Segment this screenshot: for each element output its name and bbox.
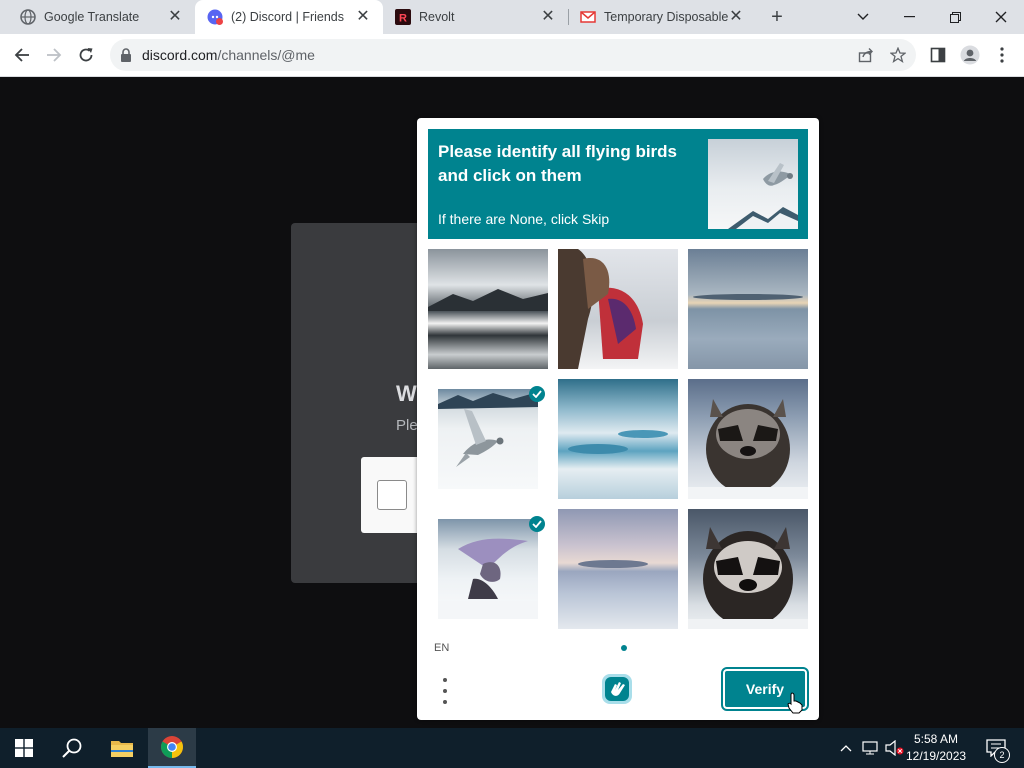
forward-button[interactable] <box>40 41 68 69</box>
hcaptcha-logo-icon[interactable] <box>600 672 634 706</box>
url-path: /channels/@me <box>217 47 315 63</box>
restore-button[interactable] <box>932 0 978 34</box>
discord-card-title: W <box>396 381 417 406</box>
close-tab-icon[interactable]: ✕ <box>728 9 744 25</box>
arrow-right-icon <box>47 48 62 62</box>
profile-avatar-icon[interactable] <box>956 41 984 69</box>
browser-toolbar: discord.com/channels/@me <box>0 34 1024 77</box>
tab-discord[interactable]: (2) Discord | Friends ✕ <box>195 0 383 34</box>
minimize-button[interactable] <box>886 0 932 34</box>
notification-count-badge: 2 <box>994 747 1010 763</box>
address-bar[interactable]: discord.com/channels/@me <box>110 39 916 71</box>
challenge-tile[interactable] <box>558 249 678 369</box>
chrome-taskbar-icon[interactable] <box>148 728 196 768</box>
start-button[interactable] <box>0 728 48 768</box>
challenge-tile[interactable] <box>688 509 808 629</box>
discord-icon <box>207 9 223 25</box>
revolt-icon: R <box>395 9 411 25</box>
url-host: discord.com <box>142 47 218 63</box>
hcaptcha-checkbox[interactable] <box>377 480 407 510</box>
browser-menu-icon[interactable] <box>988 41 1016 69</box>
svg-text:R: R <box>399 13 407 25</box>
search-icon[interactable] <box>48 728 96 768</box>
close-tab-icon[interactable]: ✕ <box>167 9 183 25</box>
new-tab-button[interactable]: + <box>765 6 789 28</box>
close-window-button[interactable] <box>978 0 1024 34</box>
side-panel-icon[interactable] <box>924 41 952 69</box>
menu-dots-icon[interactable] <box>439 678 451 704</box>
share-icon[interactable] <box>856 45 876 65</box>
reload-icon <box>79 48 93 62</box>
clock-time: 5:58 AM <box>913 732 959 746</box>
bookmark-star-icon[interactable] <box>888 45 908 65</box>
discord-card-subtitle: Ple <box>396 417 418 434</box>
windows-logo-icon <box>15 739 33 757</box>
tab-search-icon[interactable] <box>840 0 886 34</box>
close-tab-icon[interactable]: ✕ <box>540 9 556 25</box>
volume-muted-icon[interactable] <box>884 728 906 768</box>
url-text: discord.com/channels/@me <box>142 47 315 63</box>
challenge-prompt: Please identify all flying birds and cli… <box>428 129 808 239</box>
chevron-up-icon[interactable] <box>836 728 856 768</box>
tab-google-translate[interactable]: Google Translate ✕ <box>0 0 195 34</box>
tab-temporary-disposable[interactable]: Temporary Disposable ✕ <box>568 0 756 34</box>
selected-check-icon <box>529 516 545 532</box>
clock-date: 12/19/2023 <box>906 749 967 763</box>
system-clock[interactable]: 5:58 AM 12/19/2023 <box>906 731 966 765</box>
selected-check-icon <box>529 386 545 402</box>
globe-icon <box>20 9 36 25</box>
challenge-tile[interactable] <box>428 249 548 369</box>
file-explorer-icon[interactable] <box>98 728 146 768</box>
tab-title: Temporary Disposable <box>604 10 729 24</box>
challenge-tile[interactable] <box>558 509 678 629</box>
arrow-left-icon <box>14 48 29 62</box>
hand-cursor-icon <box>787 692 803 714</box>
tab-revolt[interactable]: R Revolt ✕ <box>383 0 568 34</box>
close-tab-icon[interactable]: ✕ <box>355 9 371 25</box>
lock-icon[interactable] <box>120 48 132 62</box>
page-indicator <box>621 645 627 651</box>
browser-tab-strip: Google Translate ✕ (2) Discord | Friends… <box>0 0 1024 34</box>
prompt-subtitle: If there are None, click Skip <box>438 211 610 227</box>
reload-button[interactable] <box>72 41 100 69</box>
language-selector[interactable]: EN <box>434 642 449 654</box>
challenge-tile[interactable] <box>688 249 808 369</box>
mail-icon <box>580 11 596 23</box>
hcaptcha-challenge: Please identify all flying birds and cli… <box>417 118 819 720</box>
windows-taskbar: 5:58 AM 12/19/2023 2 <box>0 728 1024 768</box>
network-icon[interactable] <box>860 728 882 768</box>
challenge-tile[interactable] <box>558 379 678 499</box>
example-image <box>708 139 798 229</box>
prompt-title: Please identify all flying birds and cli… <box>438 142 678 185</box>
back-button[interactable] <box>8 41 36 69</box>
challenge-tile-selected[interactable] <box>428 509 548 629</box>
challenge-tile-selected[interactable] <box>428 379 548 499</box>
challenge-tile[interactable] <box>688 379 808 499</box>
